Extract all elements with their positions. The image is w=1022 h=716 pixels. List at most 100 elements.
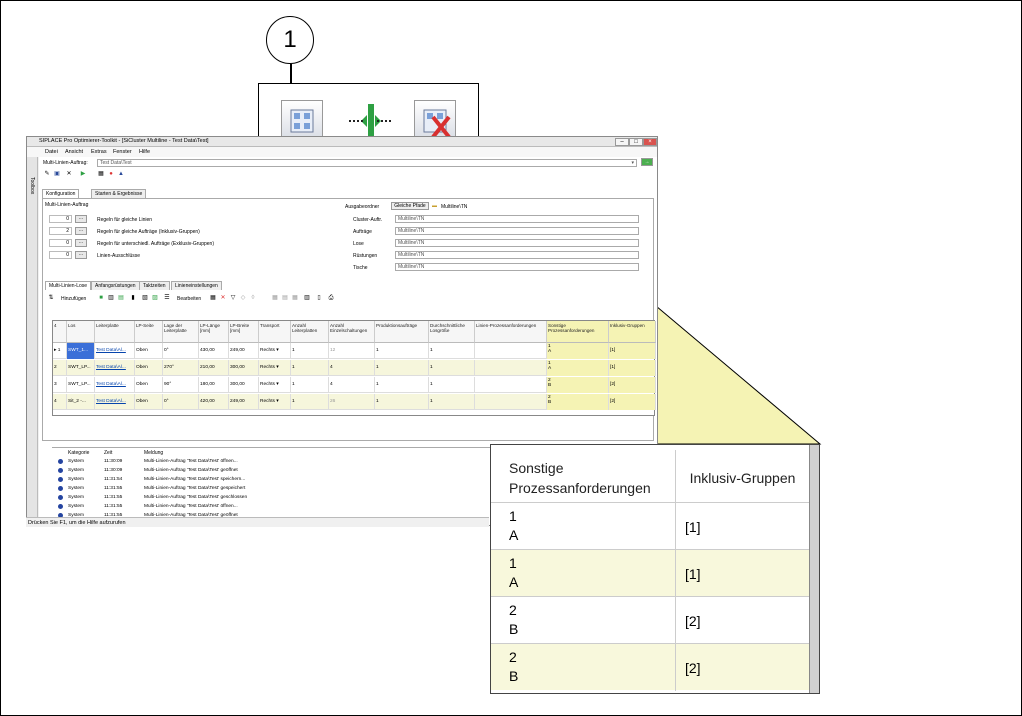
cell-col-leiterplatte[interactable]: Test Data\Al... <box>95 360 135 376</box>
split-small-icon[interactable]: ▤ <box>281 295 289 302</box>
cell-col-transport[interactable]: Rechts ▾ <box>259 394 291 410</box>
go-button[interactable]: → <box>641 158 653 166</box>
path-field[interactable]: Multiline\TN <box>395 215 639 223</box>
cell-col-leiterplatte[interactable]: Test Data\Al... <box>95 377 135 393</box>
paste-icon[interactable]: ▨ <box>151 295 159 302</box>
copy-icon[interactable]: ▧ <box>141 295 149 302</box>
header-col-lp-laenge[interactable]: LP-Länge [mm] <box>199 321 229 343</box>
path-field[interactable]: Multiline\TN <box>395 251 639 259</box>
subtab-lose[interactable]: Multi-Linien-Lose <box>45 281 92 290</box>
log-header-kategorie[interactable]: Kategorie <box>68 450 89 456</box>
header-col-lage[interactable]: Lage der Leiterplatte <box>163 321 199 343</box>
grid-add-icon[interactable]: ■ <box>97 295 105 302</box>
same-paths-button[interactable]: Gleiche Pfade <box>391 202 429 210</box>
path-field[interactable]: Multiline\TN <box>395 239 639 247</box>
insert-grid-small-icon[interactable]: ▦ <box>271 295 279 302</box>
header-col-lp-breite[interactable]: LP-Breite [mm] <box>229 321 259 343</box>
tab-konfiguration[interactable]: Konfiguration <box>42 189 80 198</box>
log-header-zeit[interactable]: Zeit <box>104 450 112 456</box>
header-col-leiterplatte[interactable]: Leiterplatte <box>95 321 135 343</box>
zoom-row[interactable]: 1 A [1] <box>491 549 809 597</box>
header-col-anzahl-lp[interactable]: Anzahl Leiterplatten <box>291 321 329 343</box>
close-button[interactable]: × <box>643 138 657 146</box>
chevron-down-icon[interactable]: ▾ <box>275 382 278 387</box>
column-icon[interactable]: ▮ <box>129 295 137 302</box>
rule-edit-button[interactable]: ... <box>75 239 87 247</box>
cell-col-leiterplatte[interactable]: Test Data\Al... <box>95 343 135 359</box>
menu-datei[interactable]: Datei <box>45 149 58 155</box>
header-col-inklusiv[interactable]: Inklusiv-Gruppen <box>609 321 656 343</box>
cell-col-lage: 90° <box>163 377 199 393</box>
filter-icon[interactable]: ▽ <box>229 295 237 302</box>
columns-icon[interactable]: ⇅ <box>47 295 55 302</box>
tab-starten-ergebnisse[interactable]: Starten & Ergebnisse <box>91 189 147 198</box>
rule-label: Linien-Ausschlüsse <box>97 253 141 259</box>
zoom-row[interactable]: 2 B [2] <box>491 643 809 691</box>
path-field[interactable]: Multiline\TN <box>395 227 639 235</box>
delete-icon[interactable]: ✕ <box>219 295 227 302</box>
new-icon[interactable]: ✎ <box>43 171 51 178</box>
menu-extras[interactable]: Extras <box>91 149 107 155</box>
header-col-lp-seite[interactable]: LP-Seite <box>135 321 163 343</box>
close-icon[interactable]: ✕ <box>65 171 73 178</box>
zoom-row[interactable]: 1 A [1] <box>491 502 809 550</box>
save-grid-icon[interactable]: ▥ <box>107 295 115 302</box>
cell-col-sonstige-prozess: 1A <box>547 343 609 359</box>
table-row[interactable]: 4 Sit_2 -... Test Data\Al... Oben 0° 420,00 24… <box>53 394 656 410</box>
menu-hilfe[interactable]: Hilfe <box>139 149 150 155</box>
maximize-button[interactable]: □ <box>629 138 643 146</box>
header-col-losgroesse[interactable]: Durchschnittliche Losgröße <box>429 321 475 343</box>
table-row[interactable]: 3 SWT_LP... Test Data\Al... Oben 90° 180,00 30… <box>53 377 656 393</box>
table-row[interactable]: ▸ 1 SWT_1... Test Data\Al... Oben 0° 430,00 24… <box>53 343 656 359</box>
rule-edit-button[interactable]: ... <box>75 215 87 223</box>
chevron-down-icon[interactable]: ▾ <box>275 399 278 404</box>
chart-icon[interactable]: ▲ <box>117 171 125 178</box>
header-col-produktionsauftraege[interactable]: Produktionsaufträge <box>375 321 429 343</box>
play-icon[interactable]: ▶ <box>79 171 87 178</box>
rule-edit-button[interactable]: ... <box>75 251 87 259</box>
stop-icon[interactable]: ● <box>107 171 115 178</box>
cell-col-transport[interactable]: Rechts ▾ <box>259 343 291 359</box>
path-field[interactable]: Multiline\TN <box>395 263 639 271</box>
subtab-linieneinstellungen[interactable]: Linieneinstellungen <box>171 281 222 290</box>
header-col-transport[interactable]: Transport <box>259 321 291 343</box>
cell-col-transport[interactable]: Rechts ▾ <box>259 360 291 376</box>
toolbox-sidebar[interactable]: Toolbox <box>27 157 38 525</box>
menu-ansicht[interactable]: Ansicht <box>65 149 83 155</box>
menu-fenster[interactable]: Fenster <box>113 149 132 155</box>
cell-col-los: SWT_LP... <box>67 360 95 376</box>
add-button[interactable]: Hinzufügen <box>61 296 86 302</box>
minimize-button[interactable]: – <box>615 138 629 146</box>
print-icon[interactable]: ⎙ <box>327 295 335 302</box>
edit-grid-icon[interactable]: ▦ <box>209 295 217 302</box>
subtab-taktzeiten[interactable]: Taktzeiten <box>139 281 170 290</box>
chevron-down-icon[interactable]: ▾ <box>275 365 278 370</box>
edit-button[interactable]: Bearbeiten <box>177 296 201 302</box>
tag-icon[interactable]: ◇ <box>239 295 247 302</box>
list-icon[interactable]: ☰ <box>163 295 171 302</box>
header-col-los[interactable]: Los <box>67 321 95 343</box>
table-row[interactable]: 2 SWT_LP... Test Data\Al... Oben 270° 210,00 3… <box>53 360 656 376</box>
clear-icon[interactable]: ◊ <box>249 295 257 302</box>
subtab-anfangsruestungen[interactable]: Anfangsrüstungen <box>91 281 140 290</box>
log-header-meldung[interactable]: Meldung <box>144 450 163 456</box>
header-col-linien-prozess[interactable]: Linien-Prozessanforderungen <box>475 321 547 343</box>
cell-col-leiterplatte[interactable]: Test Data\Al... <box>95 394 135 410</box>
rule-edit-button[interactable]: ... <box>75 227 87 235</box>
job-select[interactable]: Test Data\Test ▾ <box>97 159 637 167</box>
grid-icon[interactable]: ▦ <box>97 171 105 178</box>
save-icon[interactable]: ▣ <box>53 171 61 178</box>
import-icon[interactable]: ▤ <box>117 295 125 302</box>
cell-col-produktionsauftraege: 1 <box>375 360 429 376</box>
chevron-down-icon[interactable]: ▾ <box>275 348 278 353</box>
header-col-index[interactable]: 4 <box>53 321 67 343</box>
delete-grid-small-icon[interactable]: ▦ <box>291 295 299 302</box>
log-cell: System <box>68 468 84 473</box>
table-icon[interactable]: ▥ <box>303 295 311 302</box>
header-col-anzahl-einzel[interactable]: Anzahl Einzelschaltungen <box>329 321 375 343</box>
zoom-row[interactable]: 2 B [2] <box>491 596 809 644</box>
cell-col-transport[interactable]: Rechts ▾ <box>259 377 291 393</box>
folder-icon[interactable]: ▬ <box>432 203 437 209</box>
header-col-sonstige-prozess[interactable]: Sonstige Prozessanforderungen <box>547 321 609 343</box>
bar-icon[interactable]: ▯ <box>315 295 323 302</box>
